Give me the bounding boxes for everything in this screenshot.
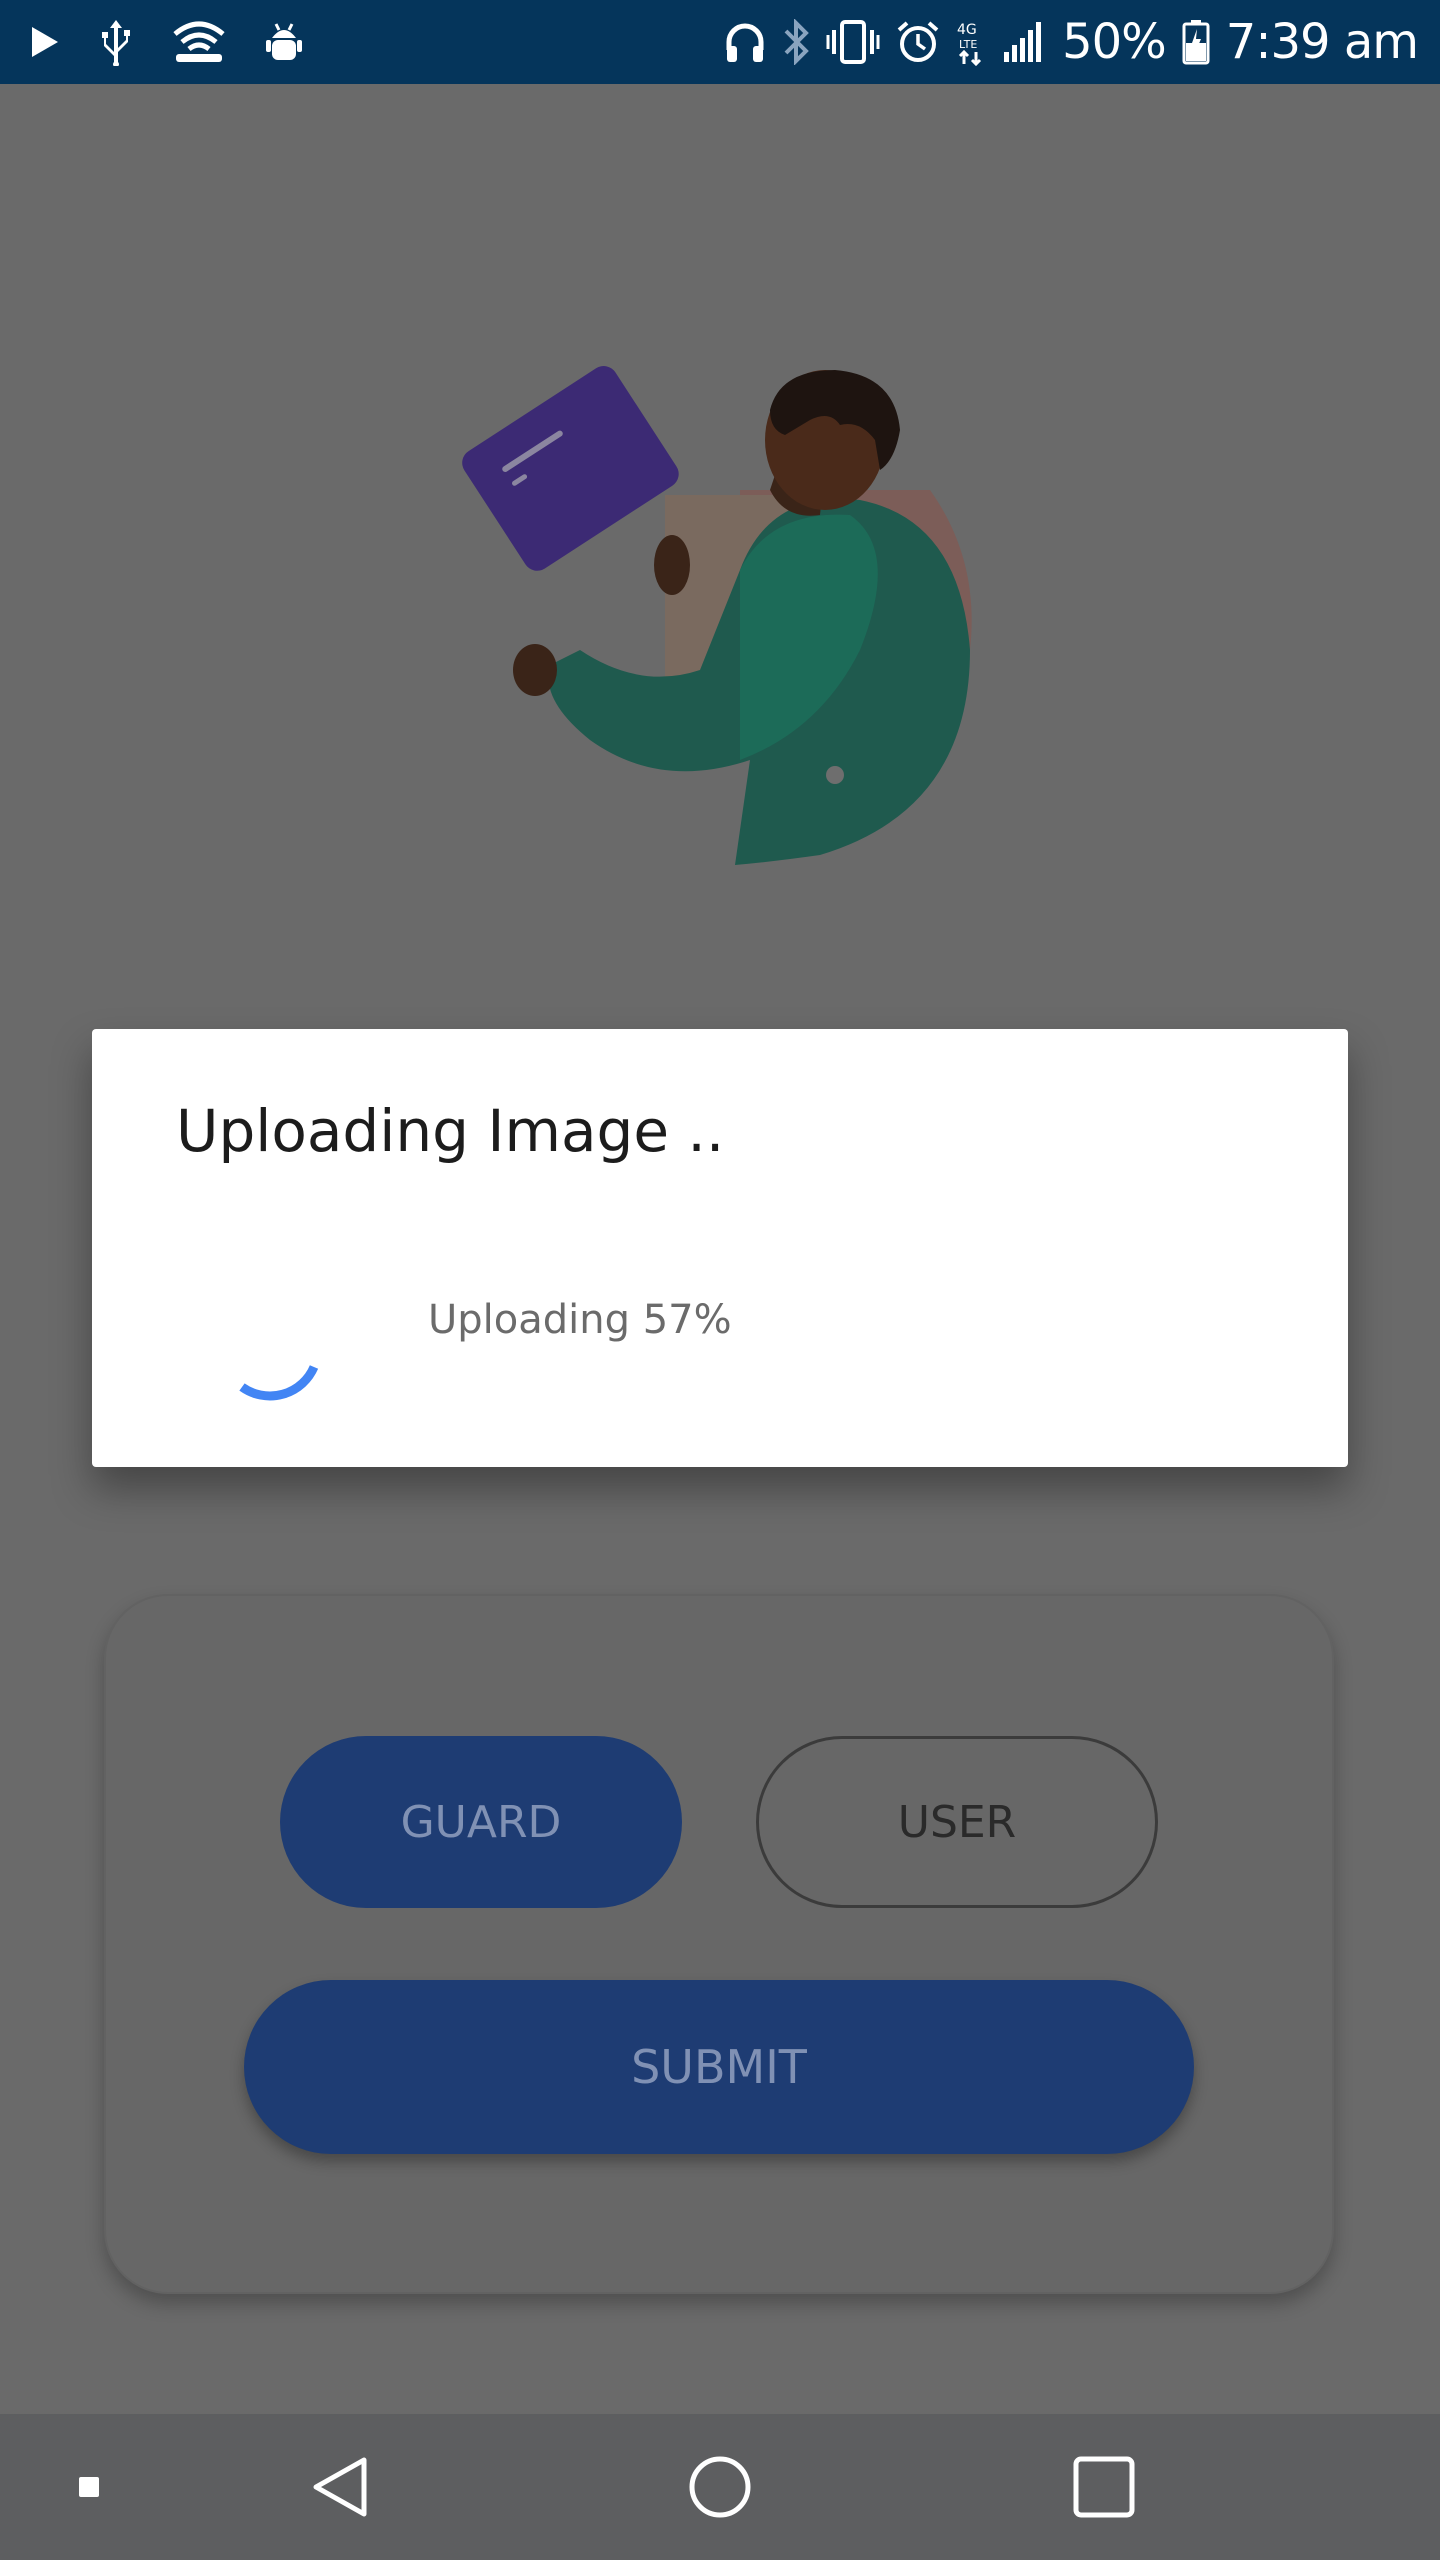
usb-icon [98, 18, 134, 66]
svg-text:LTE: LTE [959, 38, 977, 51]
bluetooth-icon [782, 19, 810, 65]
user-button[interactable]: USER [756, 1736, 1158, 1908]
upload-progress-text: Uploading 57% [428, 1297, 732, 1343]
android-debug-icon [264, 20, 304, 64]
svg-text:4G: 4G [957, 22, 977, 38]
guard-button[interactable]: GUARD [280, 1736, 682, 1908]
status-bar-left [30, 0, 304, 84]
home-icon[interactable] [670, 2414, 770, 2560]
navigation-bar [0, 2414, 1440, 2560]
submit-button[interactable]: SUBMIT [244, 1980, 1194, 2154]
alarm-icon [896, 20, 940, 64]
battery-icon [1182, 19, 1210, 65]
status-bar-right: 4G LTE 50% 7:39 am [724, 0, 1419, 84]
recent-dot-icon[interactable] [64, 2414, 114, 2560]
upload-progress-dialog: Uploading Image .. Uploading 57% [92, 1029, 1348, 1467]
person-with-tablet-illustration [440, 290, 1000, 910]
status-bar: 4G LTE 50% 7:39 am [0, 0, 1440, 84]
overview-icon[interactable] [1054, 2414, 1154, 2560]
battery-percent: 50% [1062, 14, 1167, 70]
headset-icon [724, 20, 766, 64]
clock: 7:39 am [1225, 14, 1419, 70]
loading-spinner-icon [239, 1365, 319, 1401]
wifi-hotspot-icon [172, 20, 226, 64]
play-icon [30, 25, 60, 59]
role-card [104, 1594, 1334, 2294]
back-icon[interactable] [290, 2414, 390, 2560]
dialog-title: Uploading Image .. [176, 1097, 725, 1165]
vibrate-icon [826, 20, 880, 64]
lte-4g-icon: 4G LTE [956, 18, 986, 66]
signal-icon [1002, 20, 1046, 64]
